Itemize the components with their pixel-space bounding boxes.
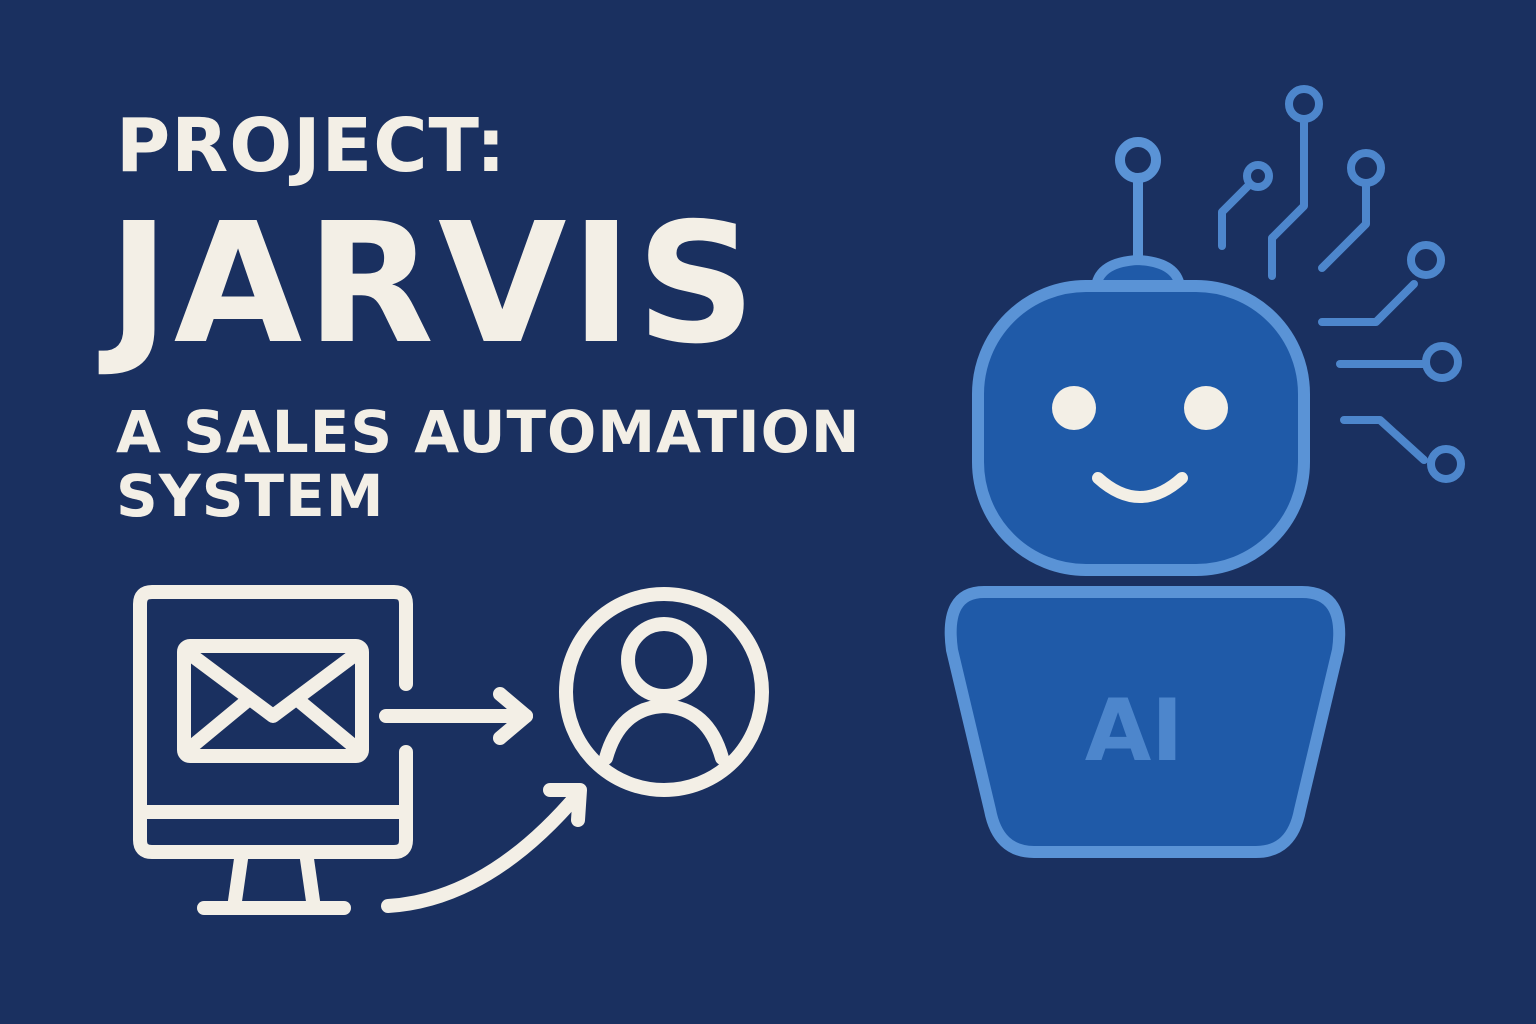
illustration: AI — [133, 85, 1465, 915]
right-eye — [1184, 386, 1228, 430]
poster-canvas: PROJECT: JARVIS A SALES AUTOMATION SYSTE… — [0, 0, 1536, 1024]
user-profile-icon — [559, 587, 769, 797]
left-eye — [1052, 386, 1096, 430]
robot-body: AI — [944, 586, 1346, 858]
antenna-icon — [1115, 137, 1161, 267]
robot-chest-label: AI — [1085, 681, 1184, 781]
curved-arrow-icon — [381, 783, 587, 913]
envelope-icon — [177, 639, 369, 763]
robot-icon — [972, 280, 1310, 576]
arrow-to-user-icon — [379, 687, 533, 745]
